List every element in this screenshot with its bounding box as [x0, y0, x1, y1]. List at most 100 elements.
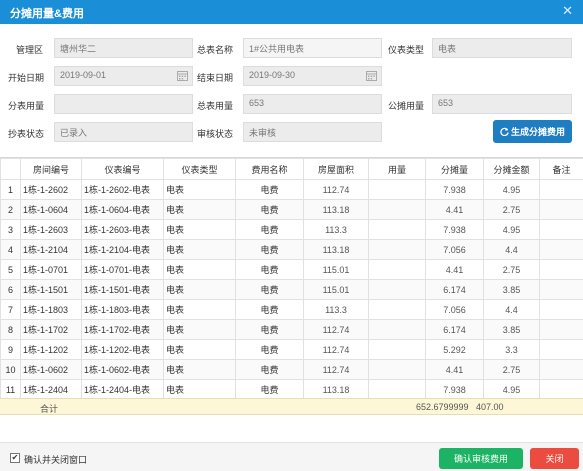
area-cell: 113.18	[303, 239, 369, 260]
remark-cell	[539, 219, 583, 240]
generate-button-label: 生成分摊费用	[510, 127, 565, 137]
col-header-alloc-qty[interactable]: 分摊量	[425, 158, 484, 180]
meter-type-label: 仪表类型	[388, 45, 425, 55]
room-no-cell: 1栋-1-0602	[20, 359, 82, 380]
alloc-qty-cell: 4.41	[425, 359, 484, 380]
area-cell: 113.3	[303, 299, 369, 320]
table-row[interactable]: 4 1栋-1-2104 1栋-1-2104-电表 电表 电费 113.18 7.056 4.4	[0, 239, 583, 260]
meter-type-field[interactable]: 电表	[432, 38, 572, 58]
alloc-qty-cell: 7.938	[425, 179, 484, 200]
allocation-table: 房间编号 仪表编号 仪表类型 费用名称 房屋面积 用量 分摊量 分摊金额 备注 …	[0, 158, 583, 414]
alloc-qty-cell: 7.938	[425, 219, 484, 240]
table-row[interactable]: 7 1栋-1-1803 1栋-1-1803-电表 电表 电费 113.3 7.056 4.4	[0, 299, 583, 320]
remark-cell	[539, 319, 583, 340]
alloc-qty-total: 652.6799999	[416, 402, 469, 412]
meter-name-field[interactable]: 1#公共用电表	[243, 38, 382, 58]
close-icon[interactable]: ✕	[562, 3, 573, 19]
alloc-usage-field[interactable]	[54, 94, 193, 114]
table-row[interactable]: 9 1栋-1-1202 1栋-1-1202-电表 电表 电费 112.74 5.292 3.3	[0, 339, 583, 360]
table-row[interactable]: 2 1栋-1-0604 1栋-1-0604-电表 电表 电费 113.18 4.41 2.75	[0, 199, 583, 220]
meter-no-cell: 1栋-1-2404-电表	[81, 379, 164, 400]
alloc-amount-cell: 4.95	[483, 379, 540, 400]
room-no-cell: 1栋-1-0604	[20, 199, 82, 220]
total-usage-label: 总表用量	[197, 101, 234, 111]
public-usage-field[interactable]: 653	[432, 94, 572, 114]
room-no-cell: 1栋-1-2104	[20, 239, 82, 260]
remark-cell	[539, 359, 583, 380]
table-row[interactable]: 3 1栋-1-2603 1栋-1-2603-电表 电表 电费 113.3 7.938 4.95	[0, 219, 583, 240]
fee-name-cell: 电费	[235, 259, 304, 280]
table-row[interactable]: 5 1栋-1-0701 1栋-1-0701-电表 电表 电费 115.01 4.41 2.75	[0, 259, 583, 280]
col-header-alloc-amount[interactable]: 分摊金额	[483, 158, 540, 180]
close-button[interactable]: 关闭	[530, 448, 579, 469]
audit-status-field[interactable]: 未审核	[243, 122, 382, 142]
alloc-amount-total: 407.00	[476, 402, 504, 412]
mgmt-field[interactable]: 塘州华二	[54, 38, 193, 58]
col-header-area[interactable]: 房屋面积	[303, 158, 369, 180]
table-header-row: 房间编号 仪表编号 仪表类型 费用名称 房屋面积 用量 分摊量 分摊金额 备注	[0, 158, 583, 180]
meter-name-label: 总表名称	[197, 45, 234, 55]
alloc-amount-cell: 2.75	[483, 199, 540, 220]
meter-type-cell: 电表	[163, 239, 236, 260]
usage-cell	[368, 179, 426, 200]
start-date-value: 2019-09-01	[60, 70, 107, 80]
usage-cell	[368, 279, 426, 300]
meter-no-cell: 1栋-1-1202-电表	[81, 339, 164, 360]
read-status-field[interactable]: 已录入	[54, 122, 193, 142]
meter-no-cell: 1栋-1-1501-电表	[81, 279, 164, 300]
fee-name-cell: 电费	[235, 219, 304, 240]
fee-name-cell: 电费	[235, 339, 304, 360]
usage-cell	[368, 299, 426, 320]
meter-type-cell: 电表	[163, 199, 236, 220]
alloc-qty-cell: 7.056	[425, 299, 484, 320]
remark-cell	[539, 179, 583, 200]
row-index: 11	[0, 379, 21, 400]
calendar-icon[interactable]	[177, 70, 188, 81]
meter-type-cell: 电表	[163, 339, 236, 360]
alloc-amount-cell: 3.85	[483, 319, 540, 340]
col-header-room-no[interactable]: 房间编号	[20, 158, 82, 180]
table-row[interactable]: 10 1栋-1-0602 1栋-1-0602-电表 电表 电费 112.74 4.41 2.7…	[0, 359, 583, 380]
col-header-meter-type[interactable]: 仪表类型	[163, 158, 236, 180]
total-usage-field[interactable]: 653	[243, 94, 382, 114]
col-header-fee-name[interactable]: 费用名称	[235, 158, 304, 180]
confirm-close-checkbox[interactable]: ✔	[10, 453, 20, 463]
end-date-label: 结束日期	[197, 73, 234, 83]
table-row[interactable]: 8 1栋-1-1702 1栋-1-1702-电表 电表 电费 112.74 6.174 3.8…	[0, 319, 583, 340]
confirm-audit-button[interactable]: 确认审核费用	[439, 448, 523, 469]
remark-cell	[539, 239, 583, 260]
row-index: 1	[0, 179, 21, 200]
alloc-amount-cell: 2.75	[483, 259, 540, 280]
start-date-label: 开始日期	[8, 73, 45, 83]
audit-status-label: 审核状态	[197, 129, 234, 139]
col-header-usage[interactable]: 用量	[368, 158, 426, 180]
area-cell: 112.74	[303, 179, 369, 200]
row-index: 3	[0, 219, 21, 240]
generate-allocation-button[interactable]: 生成分摊费用	[493, 120, 572, 143]
check-icon: ✔	[11, 453, 19, 462]
usage-cell	[368, 339, 426, 360]
meter-type-cell: 电表	[163, 219, 236, 240]
row-index: 6	[0, 279, 21, 300]
col-header-remark[interactable]: 备注	[539, 158, 583, 180]
usage-cell	[368, 239, 426, 260]
table-row[interactable]: 6 1栋-1-1501 1栋-1-1501-电表 电表 电费 115.01 6.174 3.8…	[0, 279, 583, 300]
area-cell: 113.3	[303, 219, 369, 240]
meter-no-cell: 1栋-1-2104-电表	[81, 239, 164, 260]
row-index: 2	[0, 199, 21, 220]
calendar-icon[interactable]	[366, 70, 377, 81]
col-header-meter-no[interactable]: 仪表编号	[81, 158, 164, 180]
fee-name-cell: 电费	[235, 299, 304, 320]
alloc-amount-cell: 3.3	[483, 339, 540, 360]
alloc-qty-cell: 6.174	[425, 279, 484, 300]
start-date-field[interactable]: 2019-09-01	[54, 66, 193, 86]
room-no-cell: 1栋-1-2404	[20, 379, 82, 400]
meter-no-cell: 1栋-1-1803-电表	[81, 299, 164, 320]
row-index: 4	[0, 239, 21, 260]
table-row[interactable]: 1 1栋-1-2602 1栋-1-2602-电表 电表 电费 112.74 7.938 4.9…	[0, 179, 583, 200]
meter-no-cell: 1栋-1-1702-电表	[81, 319, 164, 340]
table-row[interactable]: 11 1栋-1-2404 1栋-1-2404-电表 电表 电费 113.18 7.938 4.…	[0, 379, 583, 400]
end-date-field[interactable]: 2019-09-30	[243, 66, 382, 86]
fee-name-cell: 电费	[235, 319, 304, 340]
alloc-amount-cell: 3.85	[483, 279, 540, 300]
